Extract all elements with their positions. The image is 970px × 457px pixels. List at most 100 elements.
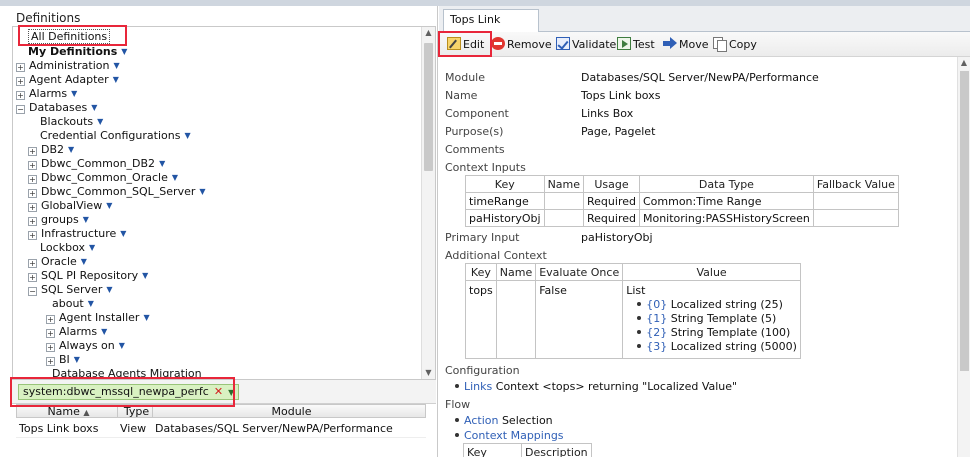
details-scrollbar[interactable]: ▲ bbox=[957, 57, 970, 457]
expand-icon[interactable]: + bbox=[28, 259, 37, 268]
tree-item[interactable]: + Alarms ▼ bbox=[46, 325, 107, 339]
tree-item[interactable]: + DB2 ▼ bbox=[28, 143, 74, 157]
collapse-icon[interactable]: − bbox=[16, 105, 25, 114]
tree-item[interactable]: Blackouts ▼ bbox=[40, 115, 103, 129]
primary-input-value: paHistoryObj bbox=[581, 231, 653, 244]
list-item: {1} String Template (5) bbox=[629, 312, 797, 326]
tree-item[interactable]: + Agent Installer ▼ bbox=[46, 311, 150, 325]
expand-icon[interactable]: + bbox=[28, 231, 37, 240]
chevron-down-icon[interactable]: ▼ bbox=[101, 327, 107, 336]
scroll-up-icon[interactable]: ▲ bbox=[422, 27, 435, 39]
check-icon bbox=[556, 37, 570, 50]
definition-detail-panel: Tops Link boxs✕ Edit Remove Validate Tes… bbox=[439, 6, 970, 457]
tree-item[interactable]: + Dbwc_Common_DB2 ▼ bbox=[28, 157, 165, 171]
chevron-down-icon[interactable]: ▼ bbox=[81, 257, 87, 266]
expand-icon[interactable]: + bbox=[28, 217, 37, 226]
tree-item[interactable]: Credential Configurations ▼ bbox=[40, 129, 191, 143]
tree-scrollbar[interactable]: ▲ ▼ bbox=[421, 27, 435, 379]
chevron-down-icon[interactable]: ▼ bbox=[74, 355, 80, 364]
tree-item[interactable]: + Dbwc_Common_SQL_Server ▼ bbox=[28, 185, 206, 199]
chevron-down-icon[interactable]: ▼ bbox=[142, 271, 148, 280]
tab-tops-link-boxs[interactable]: Tops Link boxs✕ bbox=[443, 9, 539, 46]
tree-item[interactable]: + BI ▼ bbox=[46, 353, 80, 367]
tree-item-label: Agent Adapter bbox=[29, 73, 109, 86]
tree-scroll-thumb[interactable] bbox=[424, 43, 433, 171]
chevron-down-icon[interactable]: ▼ bbox=[228, 388, 234, 397]
chevron-down-icon[interactable]: ▼ bbox=[184, 131, 190, 140]
scroll-up-icon[interactable]: ▲ bbox=[958, 57, 970, 69]
tree-item[interactable]: + SQL PI Repository ▼ bbox=[28, 269, 148, 283]
tree-item[interactable]: about ▼ bbox=[52, 297, 94, 311]
chevron-down-icon[interactable]: ▼ bbox=[106, 285, 112, 294]
expand-icon[interactable]: + bbox=[28, 175, 37, 184]
flow-action: Action Selection bbox=[455, 414, 553, 427]
tree-item[interactable]: − SQL Server ▼ bbox=[28, 283, 113, 297]
chevron-down-icon[interactable]: ▼ bbox=[88, 299, 94, 308]
tree-item[interactable]: + Dbwc_Common_Oracle ▼ bbox=[28, 171, 178, 185]
chevron-down-icon[interactable]: ▼ bbox=[68, 145, 74, 154]
tree-item[interactable]: Lockbox ▼ bbox=[40, 241, 95, 255]
chevron-down-icon[interactable]: ▼ bbox=[172, 173, 178, 182]
remove-filter-icon[interactable]: ✕ bbox=[214, 385, 223, 398]
configuration-label: Configuration bbox=[445, 364, 520, 377]
expand-icon[interactable]: + bbox=[28, 273, 37, 282]
filter-bar: system:dbwc_mssql_newpa_perfc ✕ ▼ bbox=[12, 380, 436, 404]
table-row[interactable]: Tops Link boxs View Databases/SQL Server… bbox=[16, 420, 426, 438]
column-header-module[interactable]: Module bbox=[153, 405, 427, 418]
filter-chip[interactable]: system:dbwc_mssql_newpa_perfc ✕ ▼ bbox=[18, 384, 240, 400]
chevron-down-icon[interactable]: ▼ bbox=[91, 103, 97, 112]
chevron-down-icon[interactable]: ▼ bbox=[120, 229, 126, 238]
validate-button[interactable]: Validate bbox=[556, 36, 616, 53]
tree-item[interactable]: + Administration ▼ bbox=[16, 59, 120, 73]
tree-item[interactable]: Database Agents Migration bbox=[52, 367, 202, 379]
definitions-tree[interactable]: All Definitions My Definitions ▼ + Administ… bbox=[12, 26, 436, 380]
chevron-down-icon[interactable]: ▼ bbox=[159, 159, 165, 168]
list-item: {2} String Template (100) bbox=[629, 326, 797, 340]
copy-button[interactable]: Copy bbox=[713, 36, 757, 53]
expand-icon[interactable]: + bbox=[46, 357, 55, 366]
chevron-down-icon[interactable]: ▼ bbox=[83, 215, 89, 224]
move-button[interactable]: Move bbox=[663, 36, 709, 53]
test-button[interactable]: Test bbox=[617, 36, 655, 53]
chevron-down-icon[interactable]: ▼ bbox=[89, 243, 95, 252]
collapse-icon[interactable]: − bbox=[28, 287, 37, 296]
expand-icon[interactable]: + bbox=[16, 63, 25, 72]
expand-icon[interactable]: + bbox=[28, 189, 37, 198]
tree-item[interactable]: + groups ▼ bbox=[28, 213, 89, 227]
scroll-down-icon[interactable]: ▼ bbox=[422, 367, 435, 379]
tree-item[interactable]: My Definitions ▼ bbox=[28, 45, 127, 59]
chevron-down-icon[interactable]: ▼ bbox=[119, 341, 125, 350]
expand-icon[interactable]: + bbox=[46, 329, 55, 338]
chevron-down-icon[interactable]: ▼ bbox=[113, 75, 119, 84]
tree-item[interactable]: + Oracle ▼ bbox=[28, 255, 87, 269]
edit-button[interactable]: Edit bbox=[447, 36, 484, 53]
tree-item[interactable]: + Alarms ▼ bbox=[16, 87, 77, 101]
expand-icon[interactable]: + bbox=[28, 147, 37, 156]
chevron-down-icon[interactable]: ▼ bbox=[97, 117, 103, 126]
chevron-down-icon[interactable]: ▼ bbox=[121, 47, 127, 56]
chevron-down-icon[interactable]: ▼ bbox=[114, 61, 120, 70]
column-header-type[interactable]: Type bbox=[118, 405, 153, 418]
expand-icon[interactable]: + bbox=[46, 315, 55, 324]
tree-root-all-definitions[interactable]: All Definitions bbox=[28, 29, 111, 44]
chevron-down-icon[interactable]: ▼ bbox=[199, 187, 205, 196]
tree-item-label: Dbwc_Common_DB2 bbox=[41, 157, 156, 170]
table-row: timeRange Required Common:Time Range bbox=[465, 192, 899, 210]
expand-icon[interactable]: + bbox=[46, 343, 55, 352]
expand-icon[interactable]: + bbox=[28, 203, 37, 212]
expand-icon[interactable]: + bbox=[16, 77, 25, 86]
details-scroll-thumb[interactable] bbox=[960, 71, 969, 371]
tree-item-label: SQL PI Repository bbox=[41, 269, 139, 282]
expand-icon[interactable]: + bbox=[16, 91, 25, 100]
tree-item[interactable]: + GlobalView ▼ bbox=[28, 199, 112, 213]
tree-item[interactable]: + Agent Adapter ▼ bbox=[16, 73, 119, 87]
chevron-down-icon[interactable]: ▼ bbox=[71, 89, 77, 98]
chevron-down-icon[interactable]: ▼ bbox=[106, 201, 112, 210]
tree-item[interactable]: + Always on ▼ bbox=[46, 339, 125, 353]
chevron-down-icon[interactable]: ▼ bbox=[143, 313, 149, 322]
remove-button[interactable]: Remove bbox=[491, 36, 552, 53]
tree-item[interactable]: − Databases ▼ bbox=[16, 101, 97, 115]
expand-icon[interactable]: + bbox=[28, 161, 37, 170]
column-header-name[interactable]: Name ▲ bbox=[17, 405, 118, 418]
tree-item[interactable]: + Infrastructure ▼ bbox=[28, 227, 126, 241]
